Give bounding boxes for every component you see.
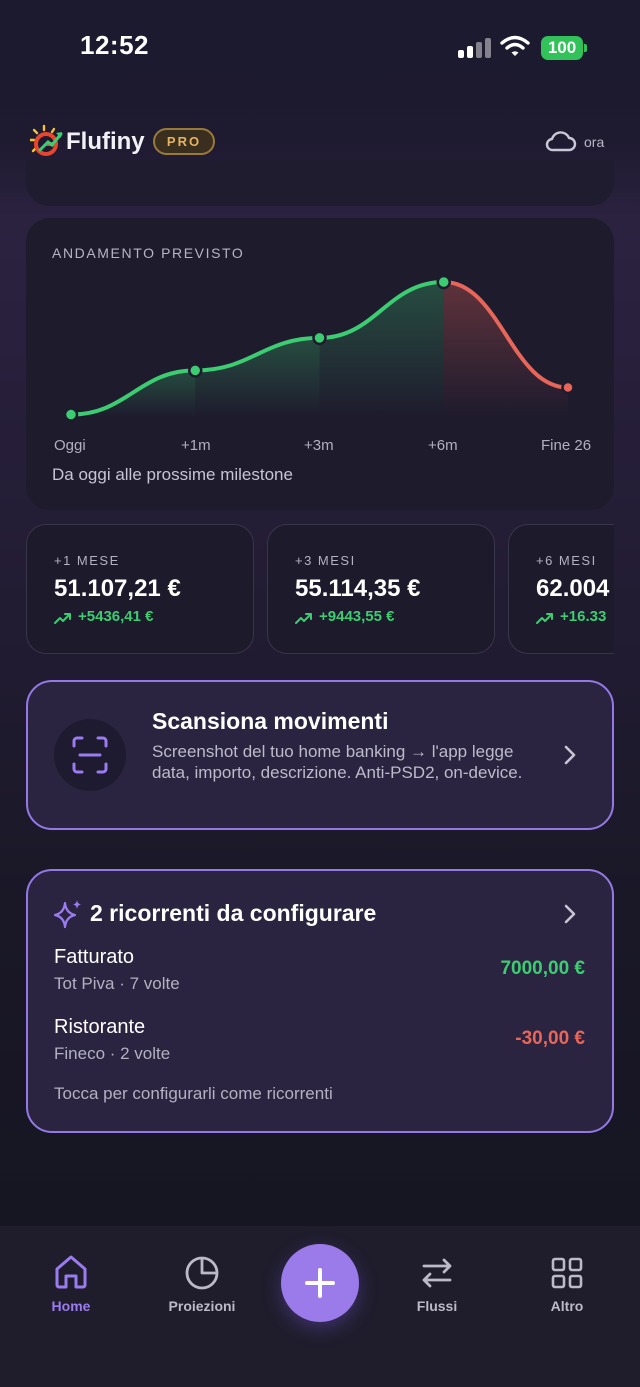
wifi-icon: [500, 35, 530, 56]
tab-more[interactable]: Altro: [517, 1254, 617, 1314]
milestone-label: +1 MESE: [54, 553, 120, 568]
sync-status-label: ora: [584, 134, 605, 150]
milestone-label: +6 MESI: [536, 553, 597, 568]
battery-tip: [584, 44, 587, 52]
chevron-right-icon: [564, 904, 576, 924]
cloud-icon[interactable]: [545, 128, 577, 154]
milestone-delta: +9443,55 €: [295, 608, 395, 625]
scan-icon-container: [54, 719, 126, 791]
tab-flows[interactable]: Flussi: [387, 1254, 487, 1314]
tick-label-4: Fine 26: [541, 437, 592, 454]
plus-icon: [305, 1268, 335, 1298]
milestone-card[interactable]: +6 MESI 62.004 +16.33: [508, 524, 614, 654]
recurring-item-amount: 7000,00 €: [500, 958, 585, 979]
pie-chart-icon: [185, 1256, 219, 1290]
status-time: 12:52: [80, 30, 149, 60]
milestone-value: 51.107,21 €: [54, 575, 181, 602]
forecast-subtitle: Da oggi alle prossime milestone: [52, 465, 293, 484]
tab-label: Flussi: [416, 1298, 458, 1314]
cellular-signal-icon: [458, 38, 492, 58]
chart-point: [561, 380, 575, 395]
tick-label-3: +6m: [428, 437, 458, 454]
recurring-hint: Tocca per configurarli come ricorrenti: [54, 1084, 333, 1103]
tab-label: Home: [51, 1298, 91, 1314]
recurring-item-amount: -30,00 €: [515, 1028, 585, 1049]
tick-label-0: Oggi: [54, 437, 86, 454]
tab-home[interactable]: Home: [21, 1252, 121, 1314]
tab-projections[interactable]: Proiezioni: [152, 1254, 252, 1314]
trend-up-icon: [295, 613, 312, 624]
tab-label: Proiezioni: [168, 1298, 236, 1314]
logo-icon: [30, 124, 63, 156]
chart-area-segment: [195, 337, 320, 417]
grid-icon: [551, 1257, 583, 1289]
sparkles-icon: [53, 900, 81, 929]
milestone-card[interactable]: +1 MESE 51.107,21 € +5436,41 €: [26, 524, 254, 654]
milestone-value: 62.004: [536, 575, 610, 602]
brand-name: Flufiny: [66, 128, 145, 155]
add-button[interactable]: [281, 1244, 359, 1322]
pro-badge[interactable]: PRO: [153, 128, 215, 155]
recurring-item-name: Ristorante: [54, 1016, 146, 1038]
chart-point: [312, 330, 327, 346]
forecast-title: ANDAMENTO PREVISTO: [52, 245, 245, 261]
chart-point: [63, 407, 79, 422]
milestone-value: 55.114,35 €: [295, 575, 421, 602]
recurring-item-meta: Fineco · 2 volte: [54, 1044, 171, 1063]
tab-label: Altro: [550, 1298, 584, 1314]
scan-description: Screenshot del tuo home banking → l'app …: [152, 742, 523, 782]
chart-point: [188, 363, 203, 378]
scan-icon: [72, 736, 108, 774]
chart-area-segment: [319, 282, 444, 417]
home-icon: [55, 1255, 87, 1289]
chevron-right-icon: [564, 745, 576, 765]
milestone-delta: +5436,41 €: [54, 608, 154, 625]
recurring-item-name: Fatturato: [54, 946, 135, 968]
recurring-title: 2 ricorrenti da configurare: [90, 900, 377, 926]
recurring-item-meta: Tot Piva · 7 volte: [54, 974, 180, 993]
chart-point: [436, 274, 451, 290]
trend-up-icon: [54, 613, 71, 624]
tick-label-2: +3m: [304, 437, 334, 454]
battery-indicator: 100: [541, 36, 583, 60]
tick-label-1: +1m: [181, 437, 211, 454]
transfer-arrows-icon: [422, 1258, 452, 1288]
milestone-delta: +16.33: [536, 608, 606, 625]
forecast-chart: [63, 274, 575, 422]
chart-area-segment: [443, 282, 568, 417]
milestone-label: +3 MESI: [295, 553, 356, 568]
milestones-carousel[interactable]: +1 MESE 51.107,21 € +5436,41 € +3 MESI 5…: [0, 510, 614, 670]
previous-card-edge: [26, 160, 614, 206]
milestone-card[interactable]: +3 MESI 55.114,35 € +9443,55 €: [267, 524, 495, 654]
trend-up-icon: [536, 613, 553, 624]
scan-title: Scansiona movimenti: [152, 708, 389, 734]
